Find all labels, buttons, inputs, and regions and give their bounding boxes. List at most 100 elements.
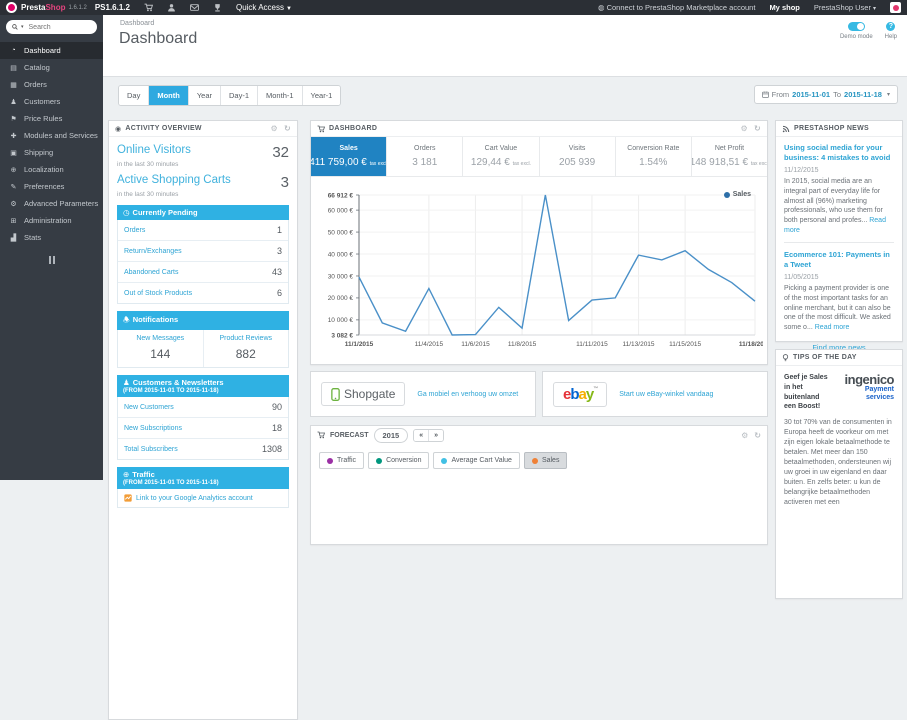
breadcrumb[interactable]: Dashboard <box>120 20 154 27</box>
sidebar-item-price-rules[interactable]: ⚑ Price Rules <box>0 110 103 127</box>
news-article-title[interactable]: Using social media for your business: 4 … <box>784 143 894 163</box>
panel-refresh-icon[interactable]: ↻ <box>754 431 761 440</box>
sidebar-item-dashboard[interactable]: ◔ Dashboard <box>0 42 103 59</box>
shopgate-logo[interactable]: Shopgate <box>321 382 406 406</box>
help-icon[interactable]: ? <box>886 22 896 31</box>
sidebar-item-catalog[interactable]: ▤ Catalog <box>0 59 103 76</box>
caret-down-icon: ▾ <box>872 6 876 12</box>
toggle-sales[interactable]: Sales <box>523 452 568 469</box>
ebay-logo[interactable]: ebay™ <box>553 381 608 407</box>
shipping-icon: ▣ <box>10 149 17 157</box>
caret-down-icon: ▾ <box>886 92 890 98</box>
ingenico-logo[interactable]: ingenico Payment services <box>836 373 895 412</box>
trophy-icon[interactable] <box>213 3 222 12</box>
new-customers-row[interactable]: New Customers 90 <box>118 397 288 418</box>
chart-legend[interactable]: Sales <box>723 191 751 198</box>
svg-text:40 000 €: 40 000 € <box>328 251 354 258</box>
ebay-ad-link[interactable]: Start uw eBay-winkel vandaag <box>619 391 713 398</box>
user-avatar[interactable] <box>890 2 901 13</box>
envelope-icon[interactable] <box>190 3 199 12</box>
new-subscriptions-row[interactable]: New Subscriptions 18 <box>118 418 288 439</box>
average-cart-value-dot-icon <box>441 457 448 464</box>
bell-icon: 🕭 <box>123 315 130 324</box>
panel-refresh-icon[interactable]: ↻ <box>284 124 291 133</box>
sidebar-search[interactable]: ▾ <box>6 20 97 34</box>
news-article: Ecommerce 101: Payments in a Tweet 11/05… <box>784 250 894 333</box>
modules-icon: ✚ <box>10 132 17 140</box>
globe-icon: ⊕ <box>123 470 130 479</box>
forecast-title: FORECAST <box>330 431 369 439</box>
panel-settings-icon[interactable]: ⚙ <box>271 124 278 133</box>
forecast-prev-button[interactable]: « <box>414 429 429 441</box>
customers-icon: ♟ <box>123 378 130 387</box>
pending-orders-row[interactable]: Orders 1 <box>118 220 288 241</box>
product-reviews-cell[interactable]: Product Reviews 882 <box>202 330 289 367</box>
search-scope-caret[interactable]: ▾ <box>21 24 24 30</box>
sidebar-item-customers[interactable]: ♟ Customers <box>0 93 103 110</box>
sidebar-item-shipping[interactable]: ▣ Shipping <box>0 144 103 161</box>
range-month-1-button[interactable]: Month-1 <box>258 86 303 105</box>
active-carts-label[interactable]: Active Shopping Carts <box>117 174 231 186</box>
tips-headline: Geef je Sales in het buitenland een Boos… <box>784 374 828 411</box>
range-day-1-button[interactable]: Day-1 <box>221 86 259 105</box>
my-shop-link[interactable]: My shop <box>769 3 799 12</box>
kpi-cart-value[interactable]: Cart Value 129,44 € tax excl. <box>462 137 538 176</box>
cart-icon[interactable] <box>144 3 153 12</box>
out-of-stock-row[interactable]: Out of Stock Products 6 <box>118 283 288 303</box>
news-article-title[interactable]: Ecommerce 101: Payments in a Tweet <box>784 250 894 270</box>
date-from-value: 2015-11-01 <box>792 90 831 99</box>
kpi-tabs: Sales 411 759,00 € tax excl. Orders 3 181 … <box>311 137 767 177</box>
activity-overview-panel: ◉ ACTIVITY OVERVIEW ⚙ ↻ Online Visitors 32… <box>108 120 298 720</box>
total-subscribers-row[interactable]: Total Subscribers 1308 <box>118 439 288 459</box>
kpi-conversion-rate[interactable]: Conversion Rate 1.54% <box>614 137 691 176</box>
sidebar-item-administration[interactable]: ⊞ Administration <box>0 212 103 229</box>
panel-refresh-icon[interactable]: ↻ <box>754 124 761 133</box>
range-year-button[interactable]: Year <box>188 86 221 105</box>
sidebar-item-orders[interactable]: ▦ Orders <box>0 76 103 93</box>
quick-access-menu[interactable]: Quick Access ▼ <box>236 3 292 12</box>
google-analytics-link[interactable]: Link to your Google Analytics account <box>117 489 289 508</box>
pending-returns-row[interactable]: Return/Exchanges 3 <box>118 241 288 262</box>
sidebar-item-stats[interactable]: ▟ Stats <box>0 229 103 246</box>
sidebar-item-localization[interactable]: ⊕ Localization <box>0 161 103 178</box>
panel-settings-icon[interactable]: ⚙ <box>741 124 748 133</box>
search-input[interactable] <box>26 22 82 32</box>
kpi-sales[interactable]: Sales 411 759,00 € tax excl. <box>311 137 387 176</box>
sidebar-item-preferences[interactable]: ✎ Preferences <box>0 178 103 195</box>
conversion-dot-icon <box>376 457 383 464</box>
help-control: ? Help <box>885 22 897 40</box>
new-messages-cell[interactable]: New Messages 144 <box>118 330 203 367</box>
abandoned-carts-row[interactable]: Abandoned Carts 43 <box>118 262 288 283</box>
range-day-button[interactable]: Day <box>119 86 150 105</box>
forecast-year-button[interactable]: 2015 <box>373 427 409 443</box>
forecast-next-button[interactable]: » <box>428 429 443 441</box>
activity-overview-title: ACTIVITY OVERVIEW <box>125 125 202 132</box>
sidebar-item-modules[interactable]: ✚ Modules and Services <box>0 127 103 144</box>
date-range-picker[interactable]: From 2015-11-01 To 2015-11-18 ▾ <box>753 85 898 104</box>
shopgate-ad-link[interactable]: Ga mobiel en verhoog uw omzet <box>417 391 518 398</box>
panel-settings-icon[interactable]: ⚙ <box>741 431 748 440</box>
marketplace-link[interactable]: ◍ Connect to PrestaShop Marketplace acco… <box>598 3 755 12</box>
user-menu[interactable]: PrestaShop User ▾ <box>814 3 876 12</box>
kpi-orders[interactable]: Orders 3 181 <box>386 137 462 176</box>
demo-mode-toggle[interactable] <box>847 22 865 31</box>
dashboard-panel: DASHBOARD ⚙ ↻ Sales 411 759,00 € tax excl.… <box>310 120 768 365</box>
date-range-presets: Day Month Year Day-1 Month-1 Year-1 <box>118 85 342 106</box>
sidebar-item-advanced-parameters[interactable]: ⚙ Advanced Parameters <box>0 195 103 212</box>
preferences-icon: ✎ <box>10 183 17 191</box>
range-month-button[interactable]: Month <box>149 86 189 105</box>
read-more-link[interactable]: Read more <box>815 324 850 331</box>
kpi-visits[interactable]: Visits 205 939 <box>538 137 615 176</box>
toggle-traffic[interactable]: Traffic <box>319 452 365 469</box>
online-visitors-label[interactable]: Online Visitors <box>117 144 191 156</box>
dashboard-cart-icon <box>317 125 325 132</box>
kpi-net-profit[interactable]: Net Profit148 918,51 € tax excl. <box>690 137 767 176</box>
svg-text:11/6/2015: 11/6/2015 <box>461 341 490 348</box>
toggle-conversion[interactable]: Conversion <box>368 452 430 469</box>
sidebar-collapse-button[interactable] <box>47 256 57 264</box>
range-year-1-button[interactable]: Year-1 <box>302 86 341 105</box>
person-icon[interactable] <box>167 3 176 12</box>
customers-newsletters-section: ♟ Customers & Newsletters (FROM 2015-11-0… <box>117 375 289 460</box>
brand-name: PrestaShop <box>21 3 66 12</box>
toggle-average-cart-value[interactable]: Average Cart Value <box>433 452 520 469</box>
